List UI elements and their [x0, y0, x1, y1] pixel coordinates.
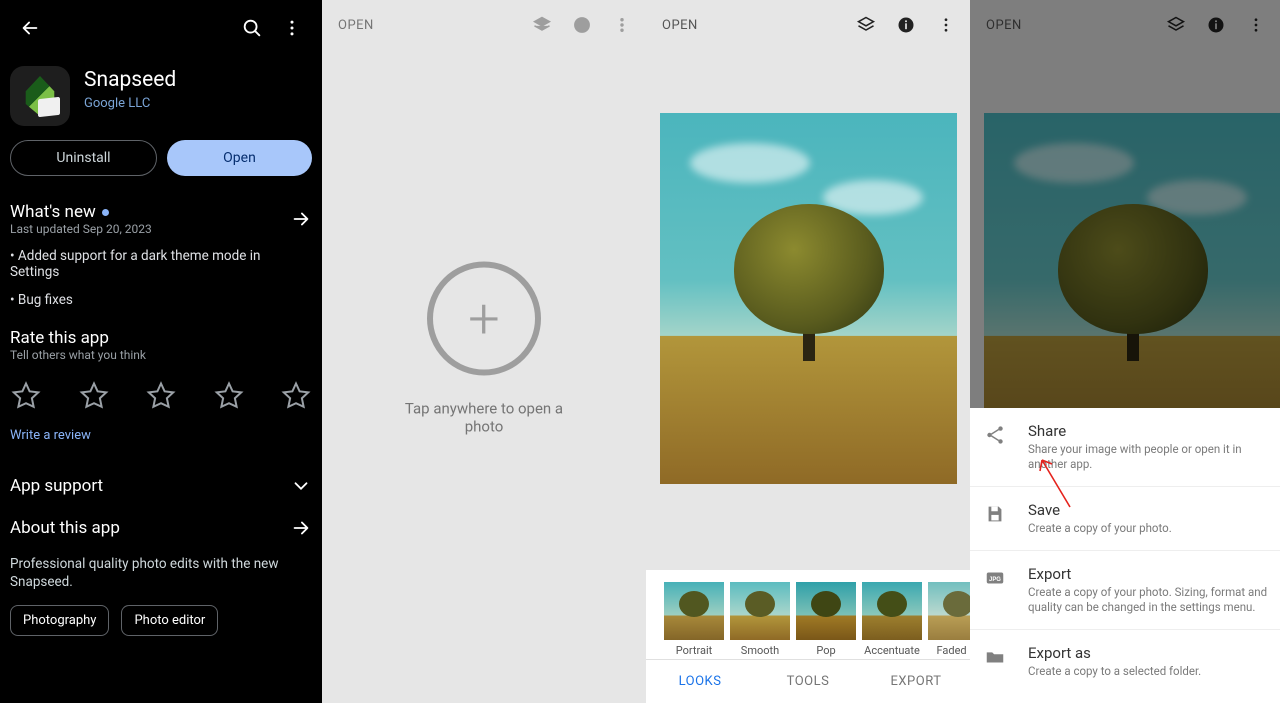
sheet-title: Export — [1028, 565, 1268, 583]
sheet-desc: Share your image with people or open it … — [1028, 442, 1268, 472]
svg-text:JPG: JPG — [989, 577, 1001, 583]
layers-icon[interactable] — [522, 5, 562, 45]
share-icon — [976, 422, 1014, 472]
rate-subtitle: Tell others what you think — [10, 348, 312, 362]
info-icon[interactable] — [886, 5, 926, 45]
look-item-pop[interactable]: Pop — [796, 582, 856, 657]
app-name: Snapseed — [84, 68, 176, 92]
uninstall-button[interactable]: Uninstall — [10, 140, 157, 176]
sheet-item-export[interactable]: JPG Export Create a copy of your photo. … — [970, 551, 1280, 630]
star-2[interactable] — [78, 380, 110, 412]
arrow-right-icon — [290, 208, 312, 230]
look-item-smooth[interactable]: Smooth — [730, 582, 790, 657]
tab-export[interactable]: EXPORT — [862, 660, 970, 703]
more-menu-icon[interactable] — [926, 5, 966, 45]
app-icon — [10, 66, 70, 126]
look-item-accentuate[interactable]: Accentuate — [862, 582, 922, 657]
save-icon — [976, 501, 1014, 536]
tab-looks[interactable]: LOOKS — [646, 660, 754, 703]
sheet-title: Export as — [1028, 644, 1268, 662]
sheet-item-export-as[interactable]: Export as Create a copy to a selected fo… — [970, 630, 1280, 693]
rate-title: Rate this app — [10, 328, 312, 348]
whats-new-title: What's new — [10, 202, 96, 222]
star-4[interactable] — [213, 380, 245, 412]
look-label: Portrait — [664, 644, 724, 657]
chevron-down-icon — [290, 475, 312, 497]
jpg-icon: JPG — [976, 565, 1014, 615]
changelog-item: • Added support for a dark theme mode in… — [0, 242, 322, 286]
open-photo-area[interactable]: + Tap anywhere to open a photo — [403, 261, 565, 435]
star-1[interactable] — [10, 380, 42, 412]
about-description: Professional quality photo edits with th… — [0, 553, 322, 605]
folder-icon — [976, 644, 1014, 679]
about-app-row[interactable]: About this app — [0, 511, 322, 553]
changelog-item: • Bug fixes — [0, 286, 322, 314]
star-5[interactable] — [280, 380, 312, 412]
bottom-panel: Portrait Smooth Pop Accentuate Faded Gl … — [646, 570, 970, 703]
back-button[interactable] — [10, 8, 50, 48]
look-label: Accentuate — [862, 644, 922, 657]
look-label: Smooth — [730, 644, 790, 657]
look-label: Pop — [796, 644, 856, 657]
app-support-row[interactable]: App support — [0, 461, 322, 511]
add-photo-icon: + — [427, 261, 541, 375]
sheet-desc: Create a copy of your photo. — [1028, 521, 1268, 536]
tab-tools[interactable]: TOOLS — [754, 660, 862, 703]
snapseed-photo-panel: OPEN Portrait — [646, 0, 970, 703]
photo-canvas[interactable] — [660, 113, 957, 484]
open-photo-prompt: Tap anywhere to open a photo — [403, 399, 565, 435]
new-dot-icon — [102, 209, 109, 216]
snapseed-empty-panel: OPEN + Tap anywhere to open a photo — [322, 0, 646, 703]
sheet-desc: Create a copy of your photo. Sizing, for… — [1028, 585, 1268, 615]
last-updated: Last updated Sep 20, 2023 — [10, 222, 290, 236]
look-label: Faded Gl — [928, 644, 970, 657]
sheet-desc: Create a copy to a selected folder. — [1028, 664, 1268, 679]
more-menu-icon[interactable] — [602, 5, 642, 45]
more-menu-icon[interactable] — [272, 8, 312, 48]
developer-link[interactable]: Google LLC — [84, 96, 176, 111]
sheet-item-share[interactable]: Share Share your image with people or op… — [970, 408, 1280, 487]
layers-icon[interactable] — [846, 5, 886, 45]
arrow-right-icon — [290, 517, 312, 539]
star-3[interactable] — [145, 380, 177, 412]
open-button[interactable]: Open — [167, 140, 312, 176]
open-menu-button[interactable]: OPEN — [662, 18, 846, 33]
write-review-link[interactable]: Write a review — [0, 422, 322, 461]
sheet-title: Share — [1028, 422, 1268, 440]
sheet-title: Save — [1028, 501, 1268, 519]
snapseed-export-panel: OPEN Share Share your image with people … — [970, 0, 1280, 703]
rating-stars — [0, 368, 322, 422]
search-icon[interactable] — [232, 8, 272, 48]
export-sheet: Share Share your image with people or op… — [970, 408, 1280, 703]
category-chip[interactable]: Photo editor — [121, 605, 218, 636]
look-item-faded[interactable]: Faded Gl — [928, 582, 970, 657]
look-item-portrait[interactable]: Portrait — [664, 582, 724, 657]
open-menu-button[interactable]: OPEN — [338, 18, 522, 33]
category-chip[interactable]: Photography — [10, 605, 109, 636]
whats-new-row[interactable]: What's new Last updated Sep 20, 2023 — [0, 196, 322, 242]
app-support-label: App support — [10, 476, 103, 496]
info-icon[interactable] — [562, 5, 602, 45]
looks-strip[interactable]: Portrait Smooth Pop Accentuate Faded Gl — [646, 570, 970, 659]
sheet-item-save[interactable]: Save Create a copy of your photo. — [970, 487, 1280, 551]
about-title: About this app — [10, 518, 120, 538]
playstore-panel: Snapseed Google LLC Uninstall Open What'… — [0, 0, 322, 703]
